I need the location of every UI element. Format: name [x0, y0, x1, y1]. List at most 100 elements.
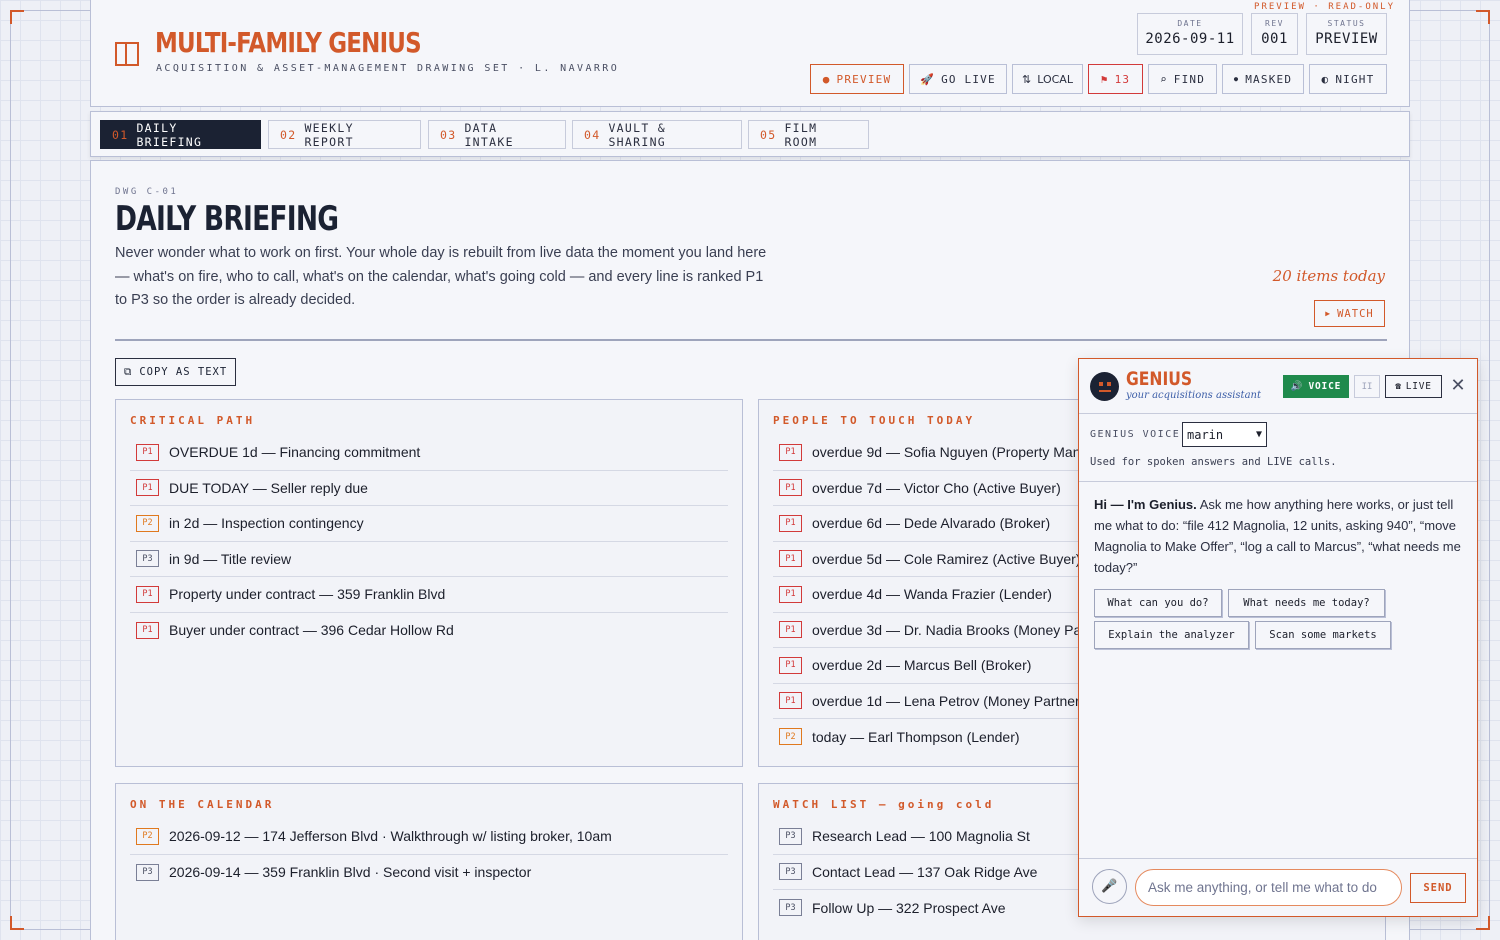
- tab-film-room[interactable]: 05 FILM ROOM: [748, 120, 869, 149]
- voice-toggle-button[interactable]: 🔊 VOICE: [1283, 375, 1349, 398]
- local-button[interactable]: ⇅ LOCAL: [1012, 64, 1083, 94]
- record-dot-icon: ●: [822, 72, 831, 86]
- list-item-text: overdue 2d — Marcus Bell (Broker): [812, 657, 1032, 674]
- drawing-number: DWG C-01: [115, 187, 179, 197]
- voice-note: Used for spoken answers and LIVE calls.: [1090, 456, 1337, 468]
- voice-setting-label: GENIUS VOICE: [1090, 429, 1181, 440]
- frame-corner-tr: [1476, 10, 1490, 24]
- priority-badge: P3: [779, 863, 802, 881]
- meta-rev: REV 001: [1251, 13, 1298, 55]
- list-item[interactable]: P1 Property under contract — 359 Franklin…: [130, 577, 728, 613]
- list-item[interactable]: P3 2026-09-14 — 359 Franklin Blvd · Secon…: [130, 855, 728, 891]
- go-live-button[interactable]: 🚀 GO LIVE: [909, 64, 1007, 94]
- priority-badge: P1: [779, 692, 802, 710]
- frame-left: [10, 10, 11, 930]
- list-item-text: overdue 6d — Dede Alvarado (Broker): [812, 515, 1051, 532]
- preview-button[interactable]: ● PREVIEW: [810, 64, 904, 94]
- list-item[interactable]: P1 OVERDUE 1d — Financing commitment: [130, 435, 728, 471]
- tab-weekly-report[interactable]: 02 WEEKLY REPORT: [268, 120, 421, 149]
- copy-icon: ⧉: [123, 365, 133, 378]
- page-title: DAILY BRIEFING: [115, 199, 339, 239]
- assistant-input-bar: 🎤 SEND: [1079, 858, 1477, 916]
- pause-button[interactable]: II: [1354, 375, 1380, 398]
- chevron-down-icon: ▼: [1255, 429, 1262, 440]
- list-item-text: overdue 4d — Wanda Frazier (Lender): [812, 586, 1052, 603]
- list-item[interactable]: P1 DUE TODAY — Seller reply due: [130, 471, 728, 506]
- list-item-text: 2026-09-14 — 359 Franklin Blvd · Second …: [169, 864, 532, 881]
- suggestion-chip[interactable]: What needs me today?: [1228, 589, 1385, 617]
- assistant-header: GENIUS your acquisitions assistant 🔊 VOIC…: [1079, 359, 1477, 414]
- find-button[interactable]: ⌕ FIND: [1148, 64, 1217, 94]
- suggestion-chip[interactable]: Explain the analyzer: [1094, 621, 1249, 649]
- list-item-text: overdue 9d — Sofia Nguyen (Property Mana…: [812, 444, 1114, 461]
- frame-corner-br: [1476, 916, 1490, 930]
- priority-badge: P1: [136, 621, 159, 639]
- priority-badge: P1: [136, 479, 159, 497]
- phone-icon: ☎: [1395, 381, 1402, 392]
- panel-title: CRITICAL PATH: [130, 414, 256, 427]
- tab-bar: 01 DAILY BRIEFING 02 WEEKLY REPORT 03 DATA …: [90, 111, 1410, 157]
- suggestion-chip[interactable]: What can you do?: [1094, 589, 1222, 617]
- send-button[interactable]: SEND: [1410, 873, 1466, 903]
- flags-button[interactable]: ⚑ 13: [1088, 64, 1143, 94]
- list-item[interactable]: P2 2026-09-12 — 174 Jefferson Blvd · Walk…: [130, 819, 728, 855]
- watch-button[interactable]: ▶ WATCH: [1314, 300, 1385, 327]
- calendar-panel: ON THE CALENDAR P2 2026-09-12 — 174 Jeffe…: [115, 783, 743, 940]
- list-item-text: OVERDUE 1d — Financing commitment: [169, 444, 421, 461]
- microphone-icon[interactable]: 🎤: [1092, 869, 1127, 904]
- list-item-text: overdue 7d — Victor Cho (Active Buyer): [812, 479, 1061, 496]
- list-item[interactable]: P3 in 9d — Title review: [130, 542, 728, 577]
- priority-badge: P2: [136, 827, 159, 845]
- drawing-set-icon: [115, 42, 139, 66]
- priority-badge: P3: [136, 550, 159, 568]
- half-moon-icon: ◐: [1321, 72, 1330, 86]
- priority-badge: P1: [779, 621, 802, 639]
- priority-badge: P1: [779, 479, 802, 497]
- priority-badge: P1: [779, 656, 802, 674]
- list-item-text: in 9d — Title review: [169, 550, 292, 567]
- meta-status: STATUS PREVIEW: [1306, 13, 1387, 55]
- panel-title: PEOPLE TO TOUCH TODAY: [773, 414, 976, 427]
- tab-data-intake[interactable]: 03 DATA INTAKE: [428, 120, 566, 149]
- critical-path-list: P1 OVERDUE 1d — Financing commitment P1 DUE…: [130, 435, 728, 648]
- suggestion-chip[interactable]: Scan some markets: [1255, 621, 1391, 649]
- night-button[interactable]: ◐ NIGHT: [1309, 64, 1387, 94]
- app-subtitle: ACQUISITION & ASSET-MANAGEMENT DRAWING S…: [156, 63, 620, 74]
- calendar-list: P2 2026-09-12 — 174 Jefferson Blvd · Walk…: [130, 819, 728, 890]
- list-item[interactable]: P1 Buyer under contract — 396 Cedar Hollo…: [130, 613, 728, 649]
- list-item[interactable]: P2 in 2d — Inspection contingency: [130, 506, 728, 542]
- masked-button[interactable]: ● MASKED: [1222, 64, 1304, 94]
- priority-badge: P2: [136, 514, 159, 532]
- priority-badge: P1: [136, 443, 159, 461]
- preview-readonly-tag: PREVIEW · READ-ONLY: [1254, 2, 1395, 12]
- list-item-text: today — Earl Thompson (Lender): [812, 728, 1020, 745]
- tab-daily-briefing[interactable]: 01 DAILY BRIEFING: [100, 120, 261, 149]
- assistant-name: GENIUS: [1126, 368, 1193, 390]
- priority-badge: P1: [779, 550, 802, 568]
- priority-badge: P3: [136, 863, 159, 881]
- priority-badge: P2: [779, 728, 802, 746]
- dot-icon: ●: [1233, 75, 1240, 83]
- live-call-button[interactable]: ☎ LIVE: [1385, 375, 1442, 398]
- play-icon: ▶: [1325, 309, 1332, 318]
- priority-badge: P3: [779, 827, 802, 845]
- list-item-text: overdue 3d — Dr. Nadia Brooks (Money Par…: [812, 621, 1115, 638]
- tab-vault-sharing[interactable]: 04 VAULT & SHARING: [572, 120, 742, 149]
- genius-assistant-panel: GENIUS your acquisitions assistant 🔊 VOIC…: [1078, 358, 1478, 917]
- voice-select[interactable]: marin ▼: [1182, 422, 1267, 447]
- priority-badge: P1: [779, 514, 802, 532]
- flag-icon: ⚑: [1100, 72, 1109, 86]
- rocket-icon: 🚀: [920, 72, 936, 86]
- priority-badge: P1: [779, 585, 802, 603]
- assistant-greeting: Hi — I'm Genius. Ask me how anything her…: [1094, 497, 1461, 575]
- frame-corner-bl: [10, 916, 24, 930]
- list-item-text: Property under contract — 359 Franklin B…: [169, 586, 446, 603]
- priority-badge: P1: [136, 585, 159, 603]
- frame-corner-tl: [10, 10, 24, 24]
- list-item-text: Research Lead — 100 Magnolia St: [812, 828, 1030, 845]
- close-icon[interactable]: ✕: [1449, 376, 1467, 396]
- assistant-input[interactable]: [1135, 869, 1402, 906]
- frame-right: [1489, 10, 1490, 930]
- list-item-text: overdue 1d — Lena Petrov (Money Partner): [812, 692, 1085, 709]
- copy-as-text-button[interactable]: ⧉ COPY AS TEXT: [115, 358, 236, 386]
